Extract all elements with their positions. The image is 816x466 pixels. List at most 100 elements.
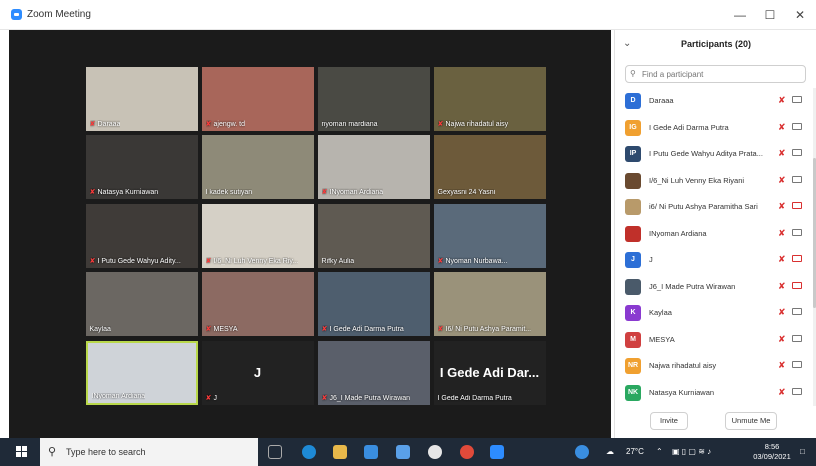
notifications-icon[interactable]: □	[800, 447, 805, 456]
participant-row[interactable]: IP I Putu Gede Wahyu Aditya Prata... ✘	[615, 141, 811, 168]
tile-name-text: Najwa rihadatul aisy	[445, 120, 509, 128]
tile-name-text: I/6_Ni Luh Venny Eka Riy...	[213, 257, 299, 265]
tile-name-text: INyoman Ardiana	[329, 189, 384, 196]
avatar: K	[625, 305, 641, 321]
clock-time: 8:56	[764, 442, 780, 451]
camera-icon[interactable]	[792, 308, 802, 315]
video-tile[interactable]: J ✘ J	[201, 340, 314, 405]
tile-display-name: I Gede Adi Dar...	[439, 364, 540, 380]
tray-chevron-up-icon[interactable]: ⌃	[656, 447, 663, 456]
zoom-app-icon	[11, 9, 22, 20]
window-title: Zoom Meeting	[27, 9, 91, 20]
video-tile[interactable]: ✘ J6_I Made Putra Wirawan	[317, 340, 430, 405]
tile-name-text: I6/ Ni Putu Ashya Paramit...	[445, 326, 532, 333]
camera-icon[interactable]	[792, 387, 802, 395]
video-tile[interactable]: ✘ MESYA	[201, 272, 314, 336]
obs-icon[interactable]	[428, 445, 442, 459]
muted-mic-icon[interactable]: ✘	[778, 281, 786, 292]
muted-mic-icon[interactable]: ✘	[778, 175, 786, 186]
close-button[interactable]: ✕	[788, 6, 812, 24]
video-tile[interactable]: ✘ I Putu Gede Wahyu Adity...	[85, 203, 198, 268]
video-tile[interactable]: ✘ INyoman Ardiana	[317, 135, 430, 199]
video-tile[interactable]: ✘ Daraaa	[85, 66, 198, 131]
camera-icon[interactable]	[792, 361, 802, 368]
participant-search[interactable]: ⚲	[625, 65, 806, 83]
video-tile[interactable]: ✘ I/6_Ni Luh Venny Eka Riy...	[201, 203, 314, 268]
help-icon[interactable]	[575, 445, 589, 459]
video-tile[interactable]: ✘ I6/ Ni Putu Ashya Paramit...	[433, 272, 546, 336]
video-tile[interactable]: Rifky Aulia	[317, 203, 430, 268]
participant-name: J	[649, 255, 653, 264]
participant-row[interactable]: J J ✘	[615, 247, 811, 274]
muted-mic-icon[interactable]: ✘	[778, 360, 786, 371]
camera-icon[interactable]	[792, 122, 802, 130]
search-icon: ⚲	[48, 446, 57, 458]
video-tile[interactable]: I kadek sutiyan	[201, 135, 314, 199]
participant-row[interactable]: NK Natasya Kurniawan ✘	[615, 380, 811, 407]
video-tile[interactable]: INyoman Ardiana	[85, 340, 198, 405]
tile-name-text: Rifky Aulia	[321, 257, 355, 265]
video-tile[interactable]: ✘ Najwa rihadatul aisy	[433, 66, 546, 131]
camera-off-icon[interactable]	[792, 202, 802, 209]
weather-icon[interactable]: ☁	[606, 447, 614, 456]
camera-icon[interactable]	[792, 149, 802, 156]
edge-icon[interactable]	[302, 445, 316, 459]
participant-row[interactable]: J6_I Made Putra Wirawan ✘	[615, 274, 811, 301]
camera-icon[interactable]	[792, 96, 802, 103]
camera-icon[interactable]	[792, 175, 802, 183]
zoom-taskbar-icon[interactable]	[490, 445, 504, 459]
camera-icon[interactable]	[792, 334, 802, 342]
participant-row[interactable]: D Daraaa ✘	[615, 88, 811, 115]
muted-mic-icon[interactable]: ✘	[778, 148, 786, 159]
video-tile[interactable]: Kaylaa	[85, 272, 198, 336]
video-tile[interactable]: nyoman mardiana	[317, 66, 430, 131]
muted-mic-icon[interactable]: ✘	[778, 201, 786, 212]
video-tile[interactable]: ✘ ajengw. td	[201, 66, 314, 131]
muted-mic-icon: ✘	[205, 257, 212, 265]
tile-name-label: ✘ Nyoman Nurbawa...	[438, 257, 508, 265]
participant-row[interactable]: NR Najwa rihadatul aisy ✘	[615, 353, 811, 380]
muted-mic-icon[interactable]: ✘	[778, 95, 786, 106]
mail-icon[interactable]	[364, 445, 378, 459]
muted-mic-icon: ✘	[321, 394, 328, 402]
video-tile[interactable]: ✘ I Gede Adi Darma Putra	[317, 272, 430, 336]
video-tile[interactable]: I Gede Adi Dar... I Gede Adi Darma Putra	[433, 340, 546, 405]
tile-name-label: Rifky Aulia	[322, 258, 355, 265]
taskbar-clock[interactable]: 8:56 03/09/2021	[752, 442, 792, 462]
participant-row[interactable]: M MESYA ✘	[615, 327, 811, 354]
weather-temperature[interactable]: 27°C	[626, 447, 644, 456]
windows-start-icon[interactable]	[16, 446, 28, 458]
minimize-button[interactable]: —	[728, 6, 752, 24]
participant-row[interactable]: K Kaylaa ✘	[615, 300, 811, 327]
task-view-icon[interactable]	[268, 445, 282, 459]
invite-button[interactable]: Invite	[650, 412, 688, 430]
muted-mic-icon[interactable]: ✘	[778, 254, 786, 265]
video-tile[interactable]: ✘ Nyoman Nurbawa...	[433, 203, 546, 268]
tray-icons[interactable]: ▣ ▯ ▢ ≋ ♪	[672, 447, 711, 456]
participant-row[interactable]: IG I Gede Adi Darma Putra ✘	[615, 115, 811, 142]
dropbox-icon[interactable]	[396, 445, 410, 459]
avatar: IG	[625, 119, 641, 136]
chrome-icon[interactable]	[460, 445, 474, 459]
video-tile[interactable]: ✘ Natasya Kurniawan	[85, 135, 198, 199]
maximize-button[interactable]: ☐	[758, 6, 782, 24]
taskbar-search[interactable]: ⚲ Type here to search	[40, 438, 258, 466]
camera-off-icon[interactable]	[792, 281, 802, 289]
avatar: NR	[625, 358, 641, 374]
camera-off-icon[interactable]	[792, 255, 802, 262]
muted-mic-icon[interactable]: ✘	[778, 228, 786, 239]
tile-name-label: ✘ J	[206, 394, 218, 402]
file-explorer-icon[interactable]	[333, 445, 347, 459]
tile-name-text: I Gede Adi Darma Putra	[437, 394, 512, 402]
participant-row[interactable]: i6/ Ni Putu Ashya Paramitha Sari ✘	[615, 194, 811, 221]
muted-mic-icon[interactable]: ✘	[778, 307, 786, 318]
camera-icon[interactable]	[792, 228, 802, 236]
muted-mic-icon[interactable]: ✘	[778, 387, 786, 398]
participant-row[interactable]: I/6_Ni Luh Venny Eka Riyani ✘	[615, 168, 811, 195]
video-tile[interactable]: Gexyasni 24 Yasni	[433, 135, 546, 199]
participant-search-input[interactable]	[642, 68, 802, 80]
muted-mic-icon[interactable]: ✘	[778, 122, 786, 133]
unmute-me-button[interactable]: Unmute Me	[725, 412, 777, 430]
participant-row[interactable]: INyoman Ardiana ✘	[615, 221, 811, 248]
muted-mic-icon[interactable]: ✘	[778, 334, 786, 345]
